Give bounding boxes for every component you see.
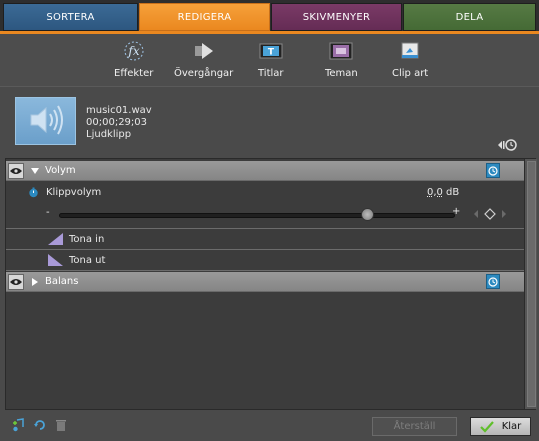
transitions-button[interactable]: Övergångar [174, 40, 233, 79]
keyframe-clock-icon[interactable] [486, 274, 500, 289]
reset-cycle-icon[interactable] [33, 418, 47, 432]
transitions-label: Övergångar [174, 68, 234, 79]
keyframe-clock-toggle-icon [496, 138, 518, 155]
clip-filename: music01.wav [86, 105, 152, 116]
balance-group-label: Balans [45, 276, 79, 287]
chevron-right-icon[interactable] [30, 277, 40, 287]
volume-group-row[interactable]: Volym [6, 161, 524, 181]
clip-details: music01.wav 00;00;29;03 Ljudklipp [86, 105, 152, 141]
keyframe-view-toggle[interactable] [496, 138, 518, 155]
slider-max-label: + [452, 206, 461, 217]
titles-button[interactable]: T Titlar [258, 40, 284, 79]
properties-scrollbar[interactable] [524, 159, 537, 409]
volume-group-label: Volym [45, 165, 76, 176]
clip-volume-row: Klippvolym 0,0 dB [6, 181, 524, 227]
tab-sortera[interactable]: SORTERA [3, 3, 138, 31]
tab-dela[interactable]: DELA [403, 3, 536, 31]
chevron-down-icon[interactable] [30, 166, 40, 176]
clip-volume-unit: dB [446, 187, 460, 198]
fade-in-icon [48, 233, 63, 248]
fade-in-row[interactable]: Tona in [6, 229, 524, 250]
eye-icon[interactable] [8, 163, 24, 179]
reset-button[interactable]: Återställ [372, 417, 457, 436]
checkmark-icon [479, 420, 494, 433]
properties-panel: Volym Klippvolym 0,0 dB - + Tona in Tona… [5, 158, 537, 410]
clip-info-panel: music01.wav 00;00;29;03 Ljudklipp [0, 86, 539, 158]
bottom-bar: Återställ Klar [0, 410, 539, 441]
balance-group-row[interactable]: Balans [6, 272, 524, 292]
add-audio-icon[interactable] [12, 418, 26, 432]
tab-redigera[interactable]: REDIGERA [139, 3, 270, 31]
title-film-icon: T [259, 40, 283, 62]
clip-thumbnail [15, 97, 76, 145]
eye-icon[interactable] [8, 274, 24, 290]
tab-skivmenyer[interactable]: SKIVMENYER [271, 3, 402, 31]
themes-label: Teman [325, 68, 358, 79]
divider [6, 270, 524, 271]
themes-button[interactable]: Teman [325, 40, 358, 79]
done-button[interactable]: Klar [470, 417, 531, 436]
themes-film-icon [329, 40, 353, 62]
slider-min-label: - [46, 207, 50, 218]
clip-volume-label: Klippvolym [46, 187, 102, 198]
svg-text:fx: fx [127, 44, 139, 58]
trash-icon[interactable] [54, 418, 68, 432]
scrollbar-thumb[interactable] [527, 161, 536, 407]
fade-out-label: Tona ut [69, 255, 106, 266]
fx-icon: fx [122, 40, 146, 62]
speaker-icon [25, 102, 67, 141]
titles-label: Titlar [258, 68, 284, 79]
keyframe-clock-icon[interactable] [486, 163, 500, 178]
clip-volume-slider[interactable] [59, 213, 455, 218]
clip-type: Ljudklipp [86, 129, 132, 140]
effects-button[interactable]: fx Effekter [114, 40, 153, 79]
svg-text:T: T [268, 48, 275, 58]
clip-volume-value[interactable]: 0,0 [427, 187, 443, 198]
keyframe-nav-controls[interactable] [473, 208, 507, 223]
done-label: Klar [501, 421, 522, 432]
edit-toolbar: fx Effekter Övergångar T Titlar Teman Cl… [0, 34, 539, 86]
effects-label: Effekter [114, 68, 154, 79]
clip-art-icon [398, 40, 422, 62]
fade-out-icon [48, 254, 63, 269]
fade-in-label: Tona in [69, 234, 105, 245]
clip-art-button[interactable]: Clip art [392, 40, 428, 79]
clip-duration: 00;00;29;03 [86, 117, 148, 128]
clip-art-label: Clip art [392, 68, 429, 79]
fade-out-row[interactable]: Tona ut [6, 250, 524, 271]
transition-arrow-icon [192, 40, 216, 62]
stopwatch-icon[interactable] [28, 187, 39, 201]
workspace-tabs: SORTERA REDIGERA SKIVMENYER DELA [0, 0, 539, 34]
